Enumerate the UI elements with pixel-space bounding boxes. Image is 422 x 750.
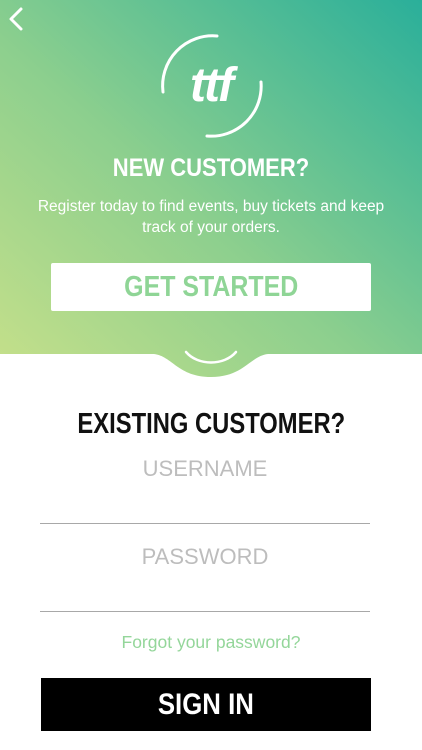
- chevron-left-icon: [9, 7, 23, 31]
- get-started-button[interactable]: GET STARTED: [51, 263, 371, 311]
- new-customer-title: NEW CUSTOMER?: [112, 154, 310, 182]
- logo-text: ttf: [190, 58, 234, 112]
- password-input[interactable]: [40, 540, 370, 612]
- forgot-password-link[interactable]: Forgot your password?: [0, 632, 422, 653]
- existing-customer-title-text: EXISTING CUSTOMER?: [77, 408, 345, 440]
- sign-in-label: SIGN IN: [157, 687, 255, 721]
- username-input[interactable]: [40, 452, 370, 524]
- new-customer-subtitle: Register today to find events, buy ticke…: [37, 198, 385, 236]
- sign-in-button[interactable]: SIGN IN: [41, 678, 371, 731]
- existing-customer-title: EXISTING CUSTOMER?: [0, 408, 422, 441]
- back-button[interactable]: [8, 6, 36, 42]
- hero-banner: ttf NEW CUSTOMER? Register today to find…: [0, 0, 422, 377]
- get-started-label: GET STARTED: [123, 270, 299, 303]
- logo: ttf: [151, 30, 271, 140]
